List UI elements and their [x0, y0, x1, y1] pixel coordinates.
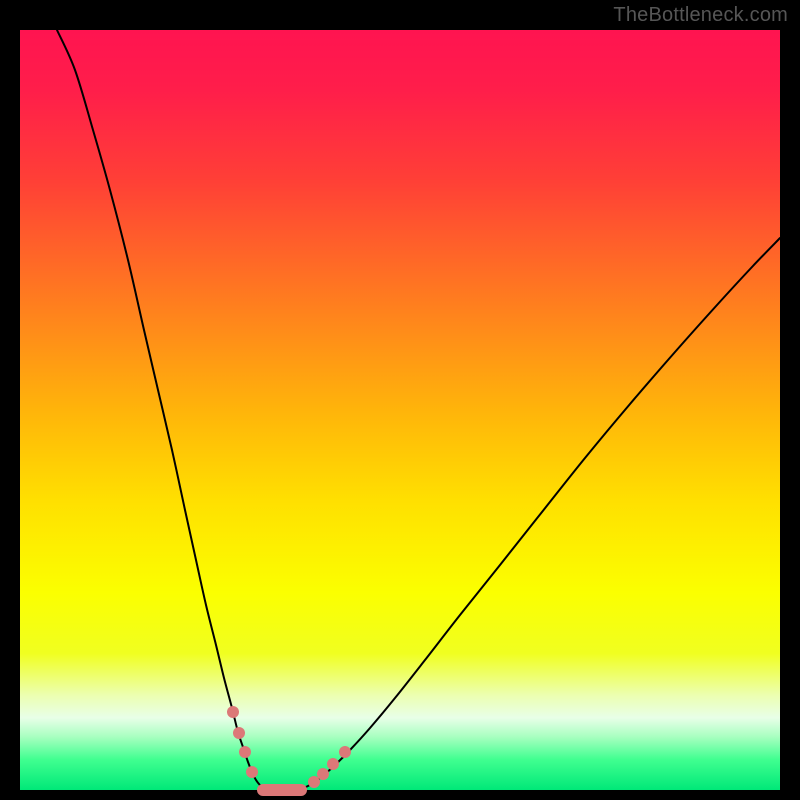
- marker-dot: [239, 746, 251, 758]
- chart-canvas: [0, 0, 800, 800]
- marker-dot: [339, 746, 351, 758]
- marker-dot: [263, 784, 275, 796]
- marker-dot: [317, 768, 329, 780]
- marker-dot: [227, 706, 239, 718]
- marker-dot: [246, 766, 258, 778]
- marker-dot: [276, 784, 288, 796]
- watermark-text: TheBottleneck.com: [613, 4, 788, 27]
- marker-dot: [308, 776, 320, 788]
- marker-dot: [233, 727, 245, 739]
- marker-dot: [289, 784, 301, 796]
- marker-dot: [327, 758, 339, 770]
- gradient-background: [20, 30, 780, 790]
